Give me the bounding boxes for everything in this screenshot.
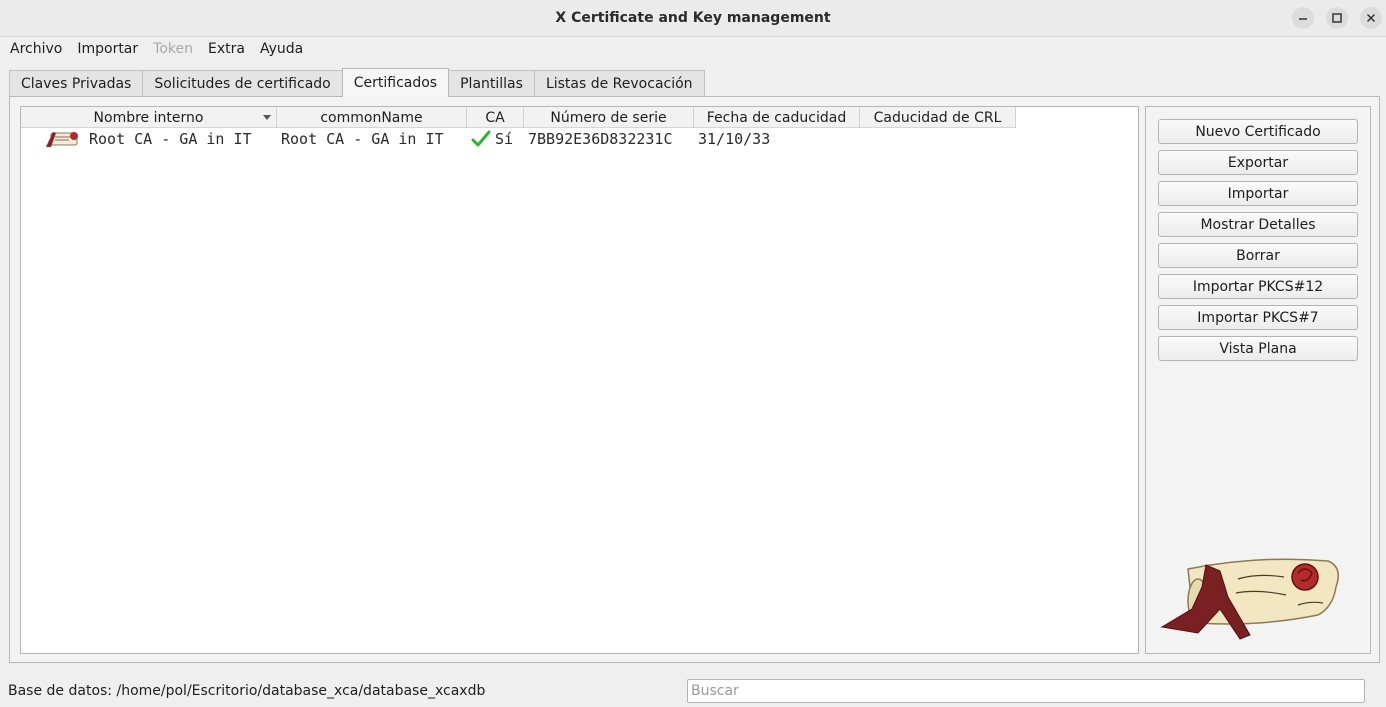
- maximize-icon: [1332, 13, 1342, 23]
- exportar-button[interactable]: Exportar: [1158, 150, 1358, 175]
- column-header-label: Caducidad de CRL: [873, 109, 1002, 126]
- minimize-icon: [1299, 18, 1307, 20]
- table-row[interactable]: Root CA - GA in IT Root CA - GA in IT Sí…: [21, 128, 1016, 150]
- vista-plana-button[interactable]: Vista Plana: [1158, 336, 1358, 361]
- cell-caducidad-crl: [860, 128, 1016, 150]
- tab-solicitudes[interactable]: Solicitudes de certificado: [142, 70, 343, 97]
- search-input[interactable]: [687, 679, 1365, 703]
- column-header-ca[interactable]: CA: [467, 107, 524, 128]
- fecha-caducidad-value: 31/10/33: [698, 130, 771, 148]
- actions-panel: Nuevo Certificado Exportar Importar Most…: [1145, 106, 1371, 654]
- maximize-button[interactable]: [1326, 7, 1348, 29]
- menu-importar[interactable]: Importar: [72, 41, 143, 57]
- certificate-list[interactable]: Nombre interno commonName CA Número de s…: [20, 106, 1139, 654]
- column-header-nombre-interno[interactable]: Nombre interno: [21, 107, 277, 128]
- menu-archivo[interactable]: Archivo: [5, 41, 67, 57]
- close-button[interactable]: [1360, 7, 1382, 29]
- importar-pkcs12-button[interactable]: Importar PKCS#12: [1158, 274, 1358, 299]
- certificates-panel: Nombre interno commonName CA Número de s…: [9, 96, 1380, 663]
- column-header-numero-serie[interactable]: Número de serie: [524, 107, 694, 128]
- sort-down-icon: [263, 115, 271, 120]
- green-checkmark-icon: [471, 130, 491, 147]
- menu-extra[interactable]: Extra: [203, 41, 250, 57]
- window-title: X Certificate and Key management: [555, 10, 831, 26]
- list-header: Nombre interno commonName CA Número de s…: [21, 107, 1016, 128]
- menu-bar: Archivo Importar Token Extra Ayuda: [0, 37, 1386, 61]
- column-header-commonname[interactable]: commonName: [277, 107, 467, 128]
- cell-numero-serie: 7BB92E36D832231C: [524, 128, 694, 150]
- column-header-label: Fecha de caducidad: [706, 109, 847, 126]
- borrar-button[interactable]: Borrar: [1158, 243, 1358, 268]
- common-name-value: Root CA - GA in IT: [281, 130, 444, 148]
- tab-bar: Claves Privadas Solicitudes de certifica…: [9, 68, 705, 97]
- database-path: Base de datos: /home/pol/Escritorio/data…: [8, 683, 486, 699]
- title-bar: X Certificate and Key management: [0, 0, 1386, 37]
- tab-certificados[interactable]: Certificados: [341, 68, 450, 97]
- status-bar: Base de datos: /home/pol/Escritorio/data…: [0, 676, 1386, 707]
- nuevo-certificado-button[interactable]: Nuevo Certificado: [1158, 119, 1358, 144]
- column-header-label: Nombre interno: [93, 109, 204, 126]
- cell-common-name: Root CA - GA in IT: [277, 128, 467, 150]
- tab-claves-privadas[interactable]: Claves Privadas: [9, 70, 144, 97]
- tab-listas-revocacion[interactable]: Listas de Revocación: [533, 70, 705, 97]
- mostrar-detalles-button[interactable]: Mostrar Detalles: [1158, 212, 1358, 237]
- cell-fecha-caducidad: 31/10/33: [694, 128, 860, 150]
- menu-ayuda[interactable]: Ayuda: [255, 41, 308, 57]
- column-header-label: commonName: [320, 109, 423, 126]
- minimize-button[interactable]: [1292, 7, 1314, 29]
- column-header-fecha-caducidad[interactable]: Fecha de caducidad: [694, 107, 860, 128]
- close-icon: [1366, 13, 1376, 23]
- importar-pkcs7-button[interactable]: Importar PKCS#7: [1158, 305, 1358, 330]
- importar-button[interactable]: Importar: [1158, 181, 1358, 206]
- cell-ca: Sí: [467, 128, 524, 150]
- column-header-label: CA: [485, 109, 505, 126]
- nombre-interno-value: Root CA - GA in IT: [89, 130, 252, 148]
- column-header-caducidad-crl[interactable]: Caducidad de CRL: [860, 107, 1016, 128]
- column-header-label: Número de serie: [550, 109, 667, 126]
- menu-token: Token: [153, 41, 193, 57]
- cell-nombre-interno: Root CA - GA in IT: [21, 128, 277, 150]
- certificate-icon: [46, 132, 78, 147]
- certificate-scroll-logo: [1160, 558, 1339, 640]
- tab-plantillas[interactable]: Plantillas: [448, 70, 535, 97]
- ca-value: Sí: [495, 130, 514, 148]
- numero-serie-value: 7BB92E36D832231C: [528, 130, 673, 148]
